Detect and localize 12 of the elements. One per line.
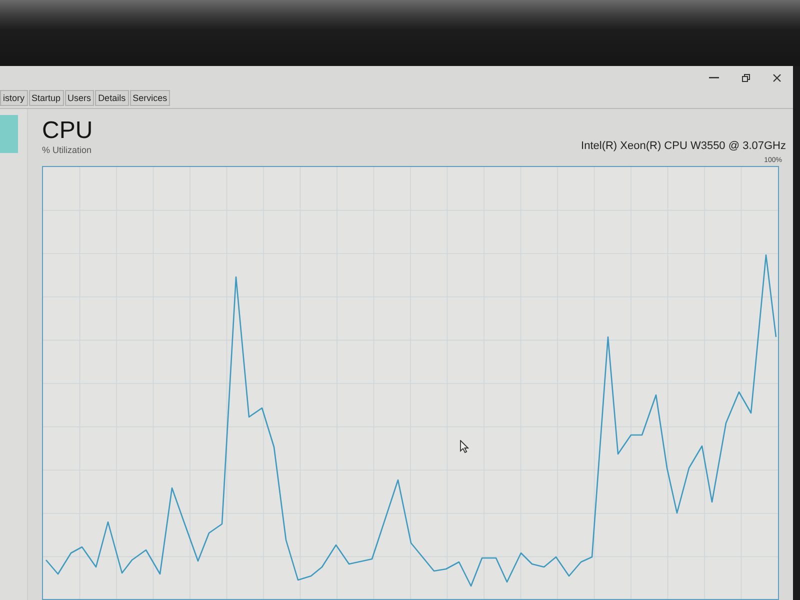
tab[interactable]: Services [130,90,170,106]
restore-icon[interactable] [742,74,750,82]
cursor-icon [460,440,469,453]
tab[interactable]: Startup [28,90,64,106]
tab[interactable]: Users [64,90,94,106]
minimize-icon[interactable] [709,77,719,79]
close-icon[interactable] [773,74,781,82]
tab[interactable]: istory [0,90,28,106]
utilization-label: % Utilization [42,144,93,156]
tab[interactable]: Details [95,90,129,106]
panel-title: CPU [42,117,93,144]
processor-name: Intel(R) Xeon(R) CPU W3550 @ 3.07GHz [581,139,786,153]
